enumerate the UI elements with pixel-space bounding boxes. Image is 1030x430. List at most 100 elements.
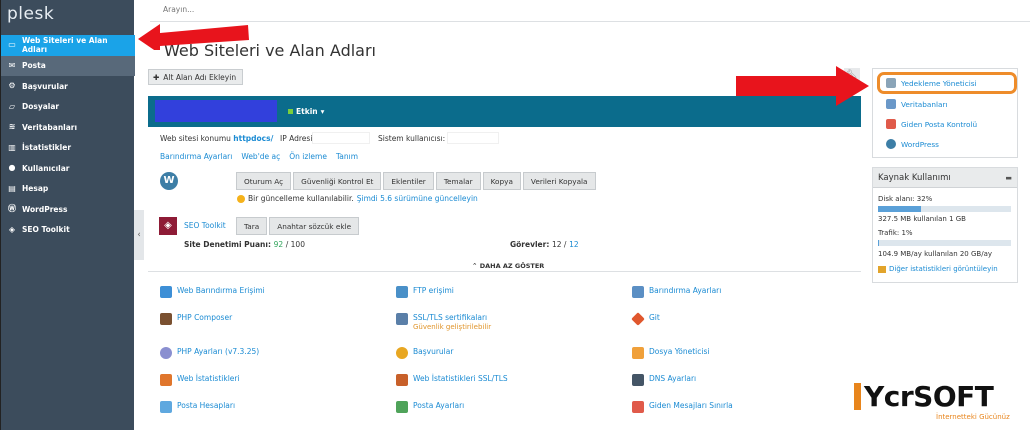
ftp-icon bbox=[396, 286, 408, 298]
link-description[interactable]: Tanım bbox=[336, 152, 358, 161]
add-subdomain-label: Alt Alan Adı Ekleyin bbox=[163, 72, 237, 82]
watermark-brand: YcrSOFT bbox=[864, 380, 994, 413]
wordpress-icon bbox=[886, 139, 896, 149]
tool-label: PHP Ayarları (v7.3.25) bbox=[177, 347, 260, 356]
quick-link-label: Veritabanları bbox=[901, 99, 948, 109]
tool-ftp-access[interactable]: FTP erişimi bbox=[396, 286, 454, 298]
tool-mail-settings[interactable]: Posta Ayarları bbox=[396, 401, 464, 413]
resource-usage-panel: Kaynak Kullanımı ▬ Disk alanı: 32% 327.5… bbox=[872, 167, 1018, 283]
tool-web-hosting-access[interactable]: Web Barındırma Erişimi bbox=[160, 286, 265, 298]
site-location-link[interactable]: httpdocs/ bbox=[233, 134, 273, 143]
tool-applications[interactable]: Başvurular bbox=[396, 347, 453, 359]
sidebar-item-label: Kullanıcılar bbox=[22, 163, 70, 173]
show-less-label: DAHA AZ GÖSTER bbox=[479, 262, 545, 270]
sidebar-item-files[interactable]: ▱ Dosyalar bbox=[1, 97, 135, 118]
gear-icon bbox=[396, 347, 408, 359]
git-icon bbox=[631, 312, 645, 326]
sidebar-item-statistics[interactable]: ▥ İstatistikler bbox=[1, 138, 135, 159]
gear-icon: ⚙ bbox=[8, 81, 16, 91]
tool-hosting-settings[interactable]: Barındırma Ayarları bbox=[632, 286, 721, 298]
composer-icon bbox=[160, 313, 172, 325]
status-label: Etkin bbox=[296, 107, 318, 116]
seo-toolkit-icon: ◈ bbox=[159, 217, 177, 235]
stats-icon bbox=[878, 265, 886, 273]
plesk-logo[interactable]: plesk bbox=[7, 4, 54, 24]
stats-icon: ▥ bbox=[8, 142, 16, 152]
other-stats-label: Diğer istatistikleri görüntüleyin bbox=[889, 265, 998, 273]
wp-security-check-button[interactable]: Güvenliği Kontrol Et bbox=[293, 172, 382, 190]
tool-label: Posta Hesapları bbox=[177, 401, 236, 410]
tool-ssl-certificates[interactable]: SSL/TLS sertifikaları Güvenlik geliştiril… bbox=[396, 313, 491, 331]
tool-web-statistics[interactable]: Web İstatistikleri bbox=[160, 374, 240, 386]
ssl-icon bbox=[396, 313, 408, 325]
wordpress-logo-icon: W bbox=[160, 172, 178, 190]
sidebar-item-label: Posta bbox=[22, 61, 46, 71]
wp-copy-data-button[interactable]: Verileri Kopyala bbox=[522, 172, 596, 190]
sidebar-item-users[interactable]: ● Kullanıcılar bbox=[1, 158, 135, 179]
seo-add-keyword-button[interactable]: Anahtar sözcük ekle bbox=[269, 217, 360, 235]
tool-label: SSL/TLS sertifikaları bbox=[413, 313, 488, 322]
wp-plugins-button[interactable]: Eklentiler bbox=[383, 172, 434, 190]
link-hosting-settings[interactable]: Barındırma Ayarları bbox=[160, 152, 232, 161]
tool-label: Dosya Yöneticisi bbox=[649, 347, 710, 356]
update-link[interactable]: Şimdi 5.6 sürümüne güncelleyin bbox=[357, 194, 478, 203]
link-backup-manager[interactable]: Yedekleme Yöneticisi bbox=[886, 78, 977, 88]
folder-icon bbox=[632, 347, 644, 359]
user-icon: ● bbox=[8, 163, 16, 173]
tool-mail-accounts[interactable]: Posta Hesapları bbox=[160, 401, 235, 413]
tool-file-manager[interactable]: Dosya Yöneticisi bbox=[632, 347, 709, 359]
tool-git[interactable]: Git bbox=[631, 312, 660, 326]
sidebar-item-websites[interactable]: ▭ Web Siteleri ve Alan Adları bbox=[1, 35, 135, 56]
collapse-icon[interactable]: ▬ bbox=[1005, 168, 1012, 188]
resource-usage-title: Kaynak Kullanımı bbox=[878, 173, 951, 183]
sidebar-item-label: Başvurular bbox=[22, 81, 68, 91]
sidebar-item-mail[interactable]: ✉ Posta bbox=[1, 55, 135, 76]
annotation-arrow-right bbox=[736, 66, 869, 106]
link-preview[interactable]: Ön izleme bbox=[289, 152, 327, 161]
tool-limit-outgoing-mail[interactable]: Giden Mesajları Sınırla bbox=[632, 401, 733, 413]
chevron-left-icon: ‹ bbox=[137, 230, 141, 240]
sidebar-item-wordpress[interactable]: Ⓦ WordPress bbox=[1, 199, 135, 220]
search-input[interactable] bbox=[163, 5, 363, 14]
hosting-access-icon bbox=[160, 286, 172, 298]
ip-address-label: IP Adresi: bbox=[280, 134, 315, 143]
tool-label: Git bbox=[649, 313, 660, 322]
sidebar-item-applications[interactable]: ⚙ Başvurular bbox=[1, 76, 135, 97]
other-stats-link[interactable]: Diğer istatistikleri görüntüleyin bbox=[878, 265, 998, 273]
system-user-label: Sistem kullanıcısı: bbox=[378, 134, 446, 143]
tool-dns-settings[interactable]: DNS Ayarları bbox=[632, 374, 696, 386]
wp-clone-button[interactable]: Kopya bbox=[482, 172, 521, 190]
link-wordpress[interactable]: WordPress bbox=[886, 139, 939, 149]
php-icon bbox=[160, 347, 172, 359]
show-less-toggle[interactable]: ⌃ DAHA AZ GÖSTER bbox=[472, 262, 544, 270]
seo-scan-button[interactable]: Tara bbox=[236, 217, 268, 235]
sidebar-item-seo-toolkit[interactable]: ◈ SEO Toolkit bbox=[1, 220, 135, 241]
backup-icon bbox=[886, 78, 896, 88]
resource-usage-header[interactable]: Kaynak Kullanımı ▬ bbox=[873, 168, 1017, 188]
wordpress-icon: Ⓦ bbox=[8, 204, 16, 214]
sidebar-item-label: SEO Toolkit bbox=[22, 225, 70, 235]
ssl-warning-text: Güvenlik geliştirilebilir bbox=[413, 323, 492, 331]
sidebar-item-label: Dosyalar bbox=[22, 102, 60, 112]
sidebar-collapse-button[interactable]: ‹ bbox=[134, 210, 144, 260]
link-open-in-web[interactable]: Web'de aç bbox=[241, 152, 280, 161]
sidebar-item-account[interactable]: ▤ Hesap bbox=[1, 179, 135, 200]
tool-php-composer[interactable]: PHP Composer bbox=[160, 313, 232, 325]
tool-php-settings[interactable]: PHP Ayarları (v7.3.25) bbox=[160, 347, 259, 359]
seo-icon: ◈ bbox=[8, 224, 16, 234]
status-dropdown[interactable]: Etkin ▾ bbox=[288, 107, 324, 116]
tasks-total-link[interactable]: 12 bbox=[569, 240, 579, 249]
tool-web-statistics-ssl[interactable]: Web İstatistikleri SSL/TLS bbox=[396, 374, 508, 386]
seo-toolkit-link[interactable]: SEO Toolkit bbox=[184, 221, 226, 230]
tool-label: Web İstatistikleri bbox=[177, 374, 240, 383]
wp-login-button[interactable]: Oturum Aç bbox=[236, 172, 292, 190]
tool-label: Web İstatistikleri SSL/TLS bbox=[413, 374, 508, 383]
site-audit-score: Site Denetimi Puanı: 92 / 100 bbox=[184, 240, 305, 249]
domain-name-redacted[interactable] bbox=[155, 100, 277, 122]
link-outgoing-mail-control[interactable]: Giden Posta Kontrolü bbox=[886, 119, 977, 129]
sidebar-item-databases[interactable]: ≋ Veritabanları bbox=[1, 117, 135, 138]
wp-themes-button[interactable]: Temalar bbox=[435, 172, 481, 190]
link-databases[interactable]: Veritabanları bbox=[886, 99, 948, 109]
add-subdomain-button[interactable]: ✚ Alt Alan Adı Ekleyin bbox=[148, 69, 244, 85]
tool-label: Posta Ayarları bbox=[413, 401, 465, 410]
